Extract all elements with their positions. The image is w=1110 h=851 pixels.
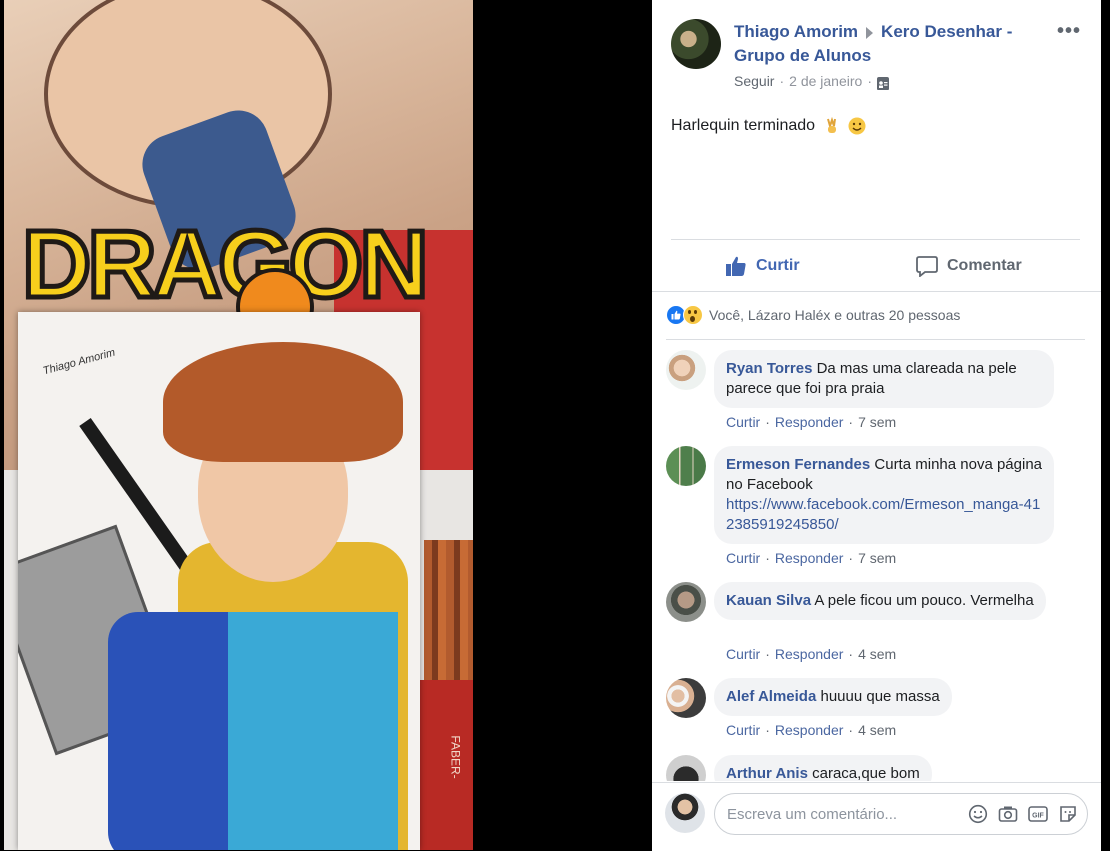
- comment-like-link[interactable]: Curtir: [726, 646, 760, 662]
- commenter-avatar[interactable]: [666, 755, 706, 781]
- post-meta: Seguir · 2 de janeiro ·: [734, 73, 889, 90]
- commenter-avatar[interactable]: [666, 678, 706, 718]
- camera-icon[interactable]: [998, 804, 1018, 824]
- comment-time[interactable]: 7 sem: [858, 550, 896, 566]
- comment-time[interactable]: 4 sem: [858, 646, 896, 662]
- smiley-face-icon: [848, 117, 866, 135]
- like-button-label: Curtir: [756, 257, 800, 274]
- post-text: Harlequin terminado: [671, 117, 866, 135]
- comment-text: caraca,que bom: [812, 765, 920, 781]
- divider: [666, 339, 1085, 340]
- separator: ·: [765, 646, 770, 662]
- comment-reply-link[interactable]: Responder: [775, 646, 844, 662]
- like-button[interactable]: Curtir: [725, 252, 800, 280]
- comment-reply-link[interactable]: Responder: [775, 722, 844, 738]
- comment-reply-link[interactable]: Responder: [775, 550, 844, 566]
- composer-icons: GIF: [958, 804, 1078, 824]
- drawing-hair: [163, 342, 403, 462]
- separator: ·: [765, 550, 770, 566]
- meta-separator: ·: [779, 73, 785, 89]
- group-privacy-icon: [876, 76, 889, 90]
- comment-reply-link[interactable]: Responder: [775, 414, 844, 430]
- comment-time[interactable]: 4 sem: [858, 722, 896, 738]
- divider: [671, 239, 1080, 240]
- post-text-content: Harlequin terminado: [671, 117, 816, 135]
- artist-signature: Thiago Amorim: [41, 346, 117, 378]
- separator: ·: [848, 414, 854, 430]
- pencil-box: FABER-: [414, 680, 473, 850]
- smiley-icon[interactable]: [968, 804, 988, 824]
- thumbs-up-icon: [726, 256, 746, 276]
- commenter-name[interactable]: Alef Almeida: [726, 688, 816, 705]
- scrollbar[interactable]: [1101, 0, 1110, 850]
- comment-like-link[interactable]: Curtir: [726, 550, 760, 566]
- divider: [652, 291, 1101, 292]
- separator: ·: [765, 722, 770, 738]
- comment-like-link[interactable]: Curtir: [726, 414, 760, 430]
- pencil-box-label: FABER-: [448, 735, 463, 779]
- drawing-card: Thiago Amorim: [18, 312, 420, 850]
- comment-actions: Curtir · Responder · 4 sem: [726, 646, 896, 662]
- current-user-avatar[interactable]: [665, 793, 705, 833]
- comment-actions: Curtir · Responder · 7 sem: [726, 550, 896, 566]
- separator: ·: [765, 414, 770, 430]
- comment-actions: Curtir · Responder · 4 sem: [726, 722, 896, 738]
- comment-link[interactable]: https://www.facebook.com/Ermeson_manga-4…: [726, 496, 1040, 533]
- reactions-text[interactable]: Você, Lázaro Haléx e outras 20 pessoas: [709, 307, 960, 323]
- comment-actions: Curtir · Responder · 7 sem: [726, 414, 896, 430]
- commenter-name[interactable]: Ryan Torres: [726, 360, 812, 377]
- separator: ·: [848, 722, 854, 738]
- svg-text:GIF: GIF: [1032, 813, 1044, 820]
- separator: ·: [848, 646, 854, 662]
- commenter-name[interactable]: Arthur Anis: [726, 765, 808, 781]
- comment-button[interactable]: Comentar: [916, 252, 1022, 280]
- comment-button-label: Comentar: [947, 257, 1022, 274]
- comment-bubble: Alef Almeida huuuu que massa: [714, 678, 952, 716]
- commenter-avatar[interactable]: [666, 446, 706, 486]
- post-panel: Thiago Amorim Kero Desenhar - Grupo de Al…: [652, 0, 1101, 851]
- commenter-name[interactable]: Kauan Silva: [726, 592, 811, 609]
- comment-bubble: Ermeson Fernandes Curta minha nova págin…: [714, 446, 1054, 544]
- sticker-icon[interactable]: [1058, 804, 1078, 824]
- comment-bubble: Arthur Anis caraca,que bom: [714, 755, 932, 781]
- follow-link[interactable]: Seguir: [734, 73, 774, 89]
- comment-bubble: Ryan Torres Da mas uma clareada na pele …: [714, 350, 1054, 408]
- comment-like-link[interactable]: Curtir: [726, 722, 760, 738]
- separator: ·: [848, 550, 854, 566]
- comment-text: huuuu que massa: [820, 688, 940, 705]
- gif-icon[interactable]: GIF: [1028, 804, 1048, 824]
- meta-separator: ·: [867, 73, 872, 89]
- drawing-jacket: [228, 612, 398, 850]
- post-date[interactable]: 2 de janeiro: [789, 73, 862, 89]
- comment-text: A pele ficou um pouco. Vermelha: [814, 592, 1034, 609]
- commenter-avatar[interactable]: [666, 582, 706, 622]
- commenter-name[interactable]: Ermeson Fernandes: [726, 456, 870, 473]
- reactions-summary[interactable]: Você, Lázaro Haléx e outras 20 pessoas: [666, 305, 960, 325]
- comment-bubble: Kauan Silva A pele ficou um pouco. Verme…: [714, 582, 1046, 620]
- victory-hand-icon: [826, 117, 836, 133]
- arrow-right-icon: [866, 26, 874, 39]
- comment-item: Arthur Anis caraca,que bom: [666, 755, 1086, 781]
- post-photo[interactable]: DRAGON BA FABER- Thiago Amorim: [4, 0, 473, 850]
- wow-reaction-icon: [683, 305, 703, 325]
- more-options-icon[interactable]: •••: [1057, 20, 1081, 43]
- author-name-link[interactable]: Thiago Amorim: [734, 22, 858, 41]
- comment-time[interactable]: 7 sem: [858, 414, 896, 430]
- comment-composer: GIF: [652, 782, 1101, 851]
- commenter-avatar[interactable]: [666, 350, 706, 390]
- author-avatar[interactable]: [671, 19, 721, 69]
- post-header: Thiago Amorim Kero Desenhar - Grupo de Al…: [734, 20, 1034, 68]
- speech-bubble-icon: [916, 256, 938, 277]
